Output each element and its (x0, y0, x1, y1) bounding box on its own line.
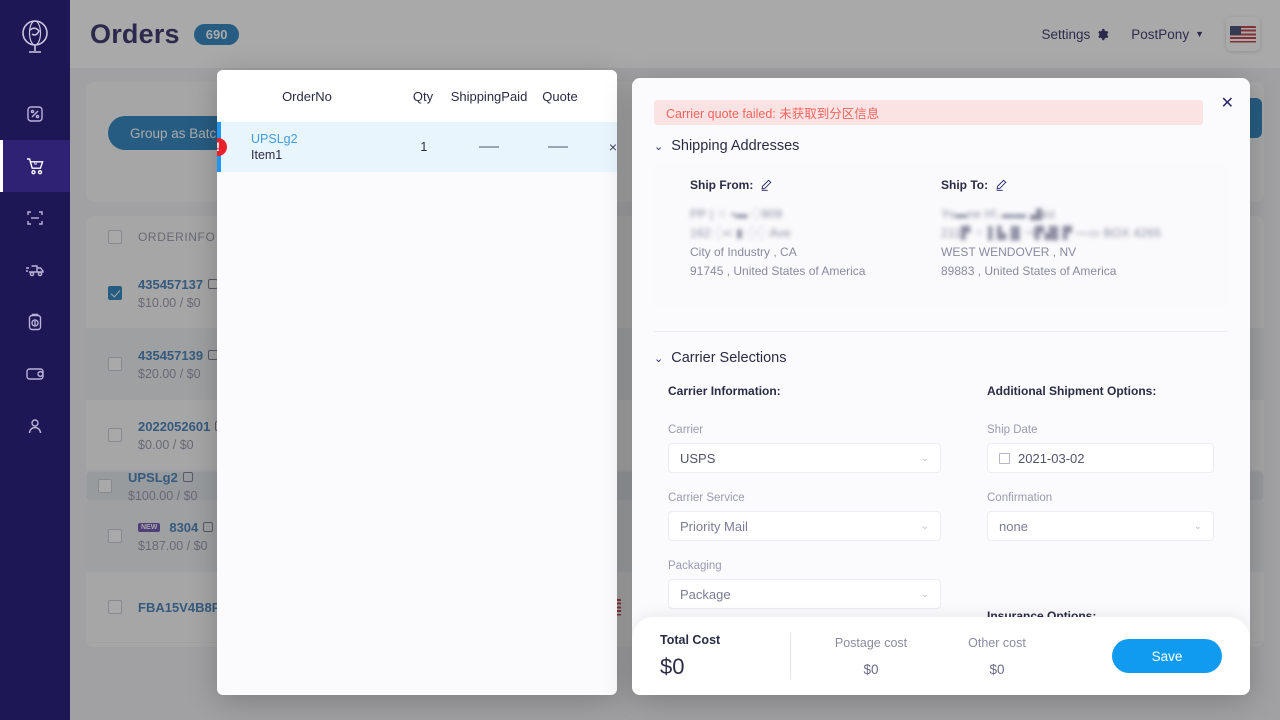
items-col-orderno: OrderNo (282, 88, 332, 104)
ship-date-value: 2021-03-02 (1018, 450, 1085, 466)
postage-cost-label: Postage cost (834, 635, 908, 650)
carrier-selections-section-header[interactable]: ⌄ Carrier Selections (632, 332, 1250, 366)
carrier-quote-error: Carrier quote failed: 未获取到分区信息 (654, 100, 1203, 125)
calendar-icon (999, 452, 1010, 464)
scan-icon (27, 211, 43, 225)
shipping-addresses-title: Shipping Addresses (671, 138, 800, 154)
dashboard-icon (27, 106, 43, 122)
shipment-modal: ✕ Carrier quote failed: 未获取到分区信息 ⌄ Shipp… (632, 78, 1250, 695)
items-table-header: OrderNo Qty ShippingPaid Quote (217, 70, 617, 122)
truck-icon (26, 265, 44, 277)
carrier-select[interactable]: USPS ⌄ (668, 443, 941, 473)
postage-cost-value: $0 (863, 661, 879, 677)
close-icon[interactable]: ✕ (1221, 93, 1234, 113)
user-icon (28, 419, 42, 434)
pencil-icon[interactable] (995, 179, 1007, 191)
carrier-select-value: USPS (680, 450, 716, 466)
item-order-no[interactable]: UPSLg2 (251, 132, 398, 146)
ship-from-line4: 91745 , United States of America (690, 264, 866, 278)
sidebar: e (0, 0, 70, 720)
chevron-down-icon: ⌄ (654, 140, 664, 153)
carrier-service-label: Carrier Service (668, 492, 745, 504)
item-name: Item1 (251, 148, 283, 162)
ship-from-line1: PP | ⁙ ▪▬ ⁛909 (690, 207, 783, 221)
app-logo[interactable] (13, 14, 57, 58)
globe-logo-icon (22, 20, 48, 53)
carrier-selections-title: Carrier Selections (671, 350, 787, 366)
confirmation-label: Confirmation (987, 492, 1053, 504)
other-cost-value: $0 (989, 661, 1005, 677)
item-shipping-paid (449, 146, 528, 148)
billing-icon (28, 313, 42, 331)
items-col-qty: Qty (412, 88, 434, 104)
sidebar-item-shipping[interactable] (0, 244, 70, 296)
ship-to-label: Ship To: (941, 178, 989, 192)
items-col-quote: Quote (542, 88, 578, 104)
save-button[interactable]: Save (1112, 639, 1222, 673)
chevron-down-icon: ⌄ (920, 520, 929, 532)
shipping-addresses-card: Ship From: PP | ⁙ ▪▬ ⁛909 162 ⁛▪⁞ ▮ ⁛⁛ A… (654, 164, 1228, 307)
cart-icon: e (27, 158, 44, 175)
ship-from-line2: 162 ⁛▪⁞ ▮ ⁛⁛ Ave (690, 226, 791, 240)
carrier-service-select[interactable]: Priority Mail ⌄ (668, 511, 941, 541)
items-col-shippingpaid: ShippingPaid (450, 88, 528, 104)
total-cost-value: $0 (660, 653, 685, 679)
ship-from-block: Ship From: PP | ⁙ ▪▬ ⁛909 162 ⁛▪⁞ ▮ ⁛⁛ A… (690, 178, 941, 281)
ship-from-label: Ship From: (690, 178, 754, 192)
ship-to-line4: 89883 , United States of America (941, 264, 1117, 278)
item-qty: 1 (420, 140, 428, 154)
wallet-icon (26, 368, 44, 380)
ship-to-block: Ship To: Yv▬ne H⧹ ▬▬ ▟ez 211▛ ⁘ ▌▙▐▌⊣▛▟▌… (941, 178, 1192, 281)
chevron-down-icon: ⌄ (920, 588, 929, 600)
confirmation-value: none (999, 518, 1028, 534)
carrier-label: Carrier (668, 424, 704, 436)
chevron-down-icon: ⌄ (1193, 520, 1202, 532)
chevron-down-icon: ⌄ (920, 452, 929, 464)
ship-to-line1: Yv▬ne H⧹ ▬▬ ▟ez (941, 207, 1056, 221)
pencil-icon[interactable] (760, 179, 772, 191)
shipment-modal-footer: Total Cost $0 Postage cost $0 Other cost… (632, 617, 1250, 695)
packaging-select[interactable]: Package ⌄ (668, 579, 941, 609)
shipment-modal-body: Carrier quote failed: 未获取到分区信息 ⌄ Shippin… (632, 78, 1250, 695)
sidebar-item-scan[interactable] (0, 192, 70, 244)
carrier-service-value: Priority Mail (680, 518, 748, 534)
carrier-information-heading: Carrier Information: (668, 384, 781, 398)
ship-from-line3: City of Industry , CA (690, 245, 797, 259)
chevron-down-icon: ⌄ (654, 352, 664, 365)
sidebar-item-billing[interactable] (0, 296, 70, 348)
item-remove-button[interactable]: × (609, 139, 617, 155)
confirmation-select[interactable]: none ⌄ (987, 511, 1214, 541)
packaging-label: Packaging (668, 560, 722, 572)
items-table-row[interactable]: ! UPSLg2 Item1 1 × (217, 122, 617, 172)
footer-divider (790, 633, 791, 679)
order-items-modal: OrderNo Qty ShippingPaid Quote ! UPSLg2 … (217, 70, 617, 695)
additional-options-heading: Additional Shipment Options: (987, 384, 1157, 398)
sidebar-item-orders[interactable]: e (0, 140, 70, 192)
item-quote (528, 146, 589, 148)
ship-to-line3: WEST WENDOVER , NV (941, 245, 1077, 259)
shipping-addresses-section-header[interactable]: ⌄ Shipping Addresses (632, 125, 1250, 154)
ship-date-input[interactable]: 2021-03-02 (987, 443, 1214, 473)
sidebar-item-wallet[interactable] (0, 348, 70, 400)
ship-to-line2: 211▛ ⁘ ▌▙▐▌⊣▛▟▌▛ ⁓▭ BOX 4265 (941, 226, 1162, 240)
total-cost-label: Total Cost (660, 632, 721, 647)
sidebar-item-account[interactable] (0, 400, 70, 452)
packaging-value: Package (680, 586, 731, 602)
ship-date-label: Ship Date (987, 424, 1038, 436)
sidebar-item-dashboard[interactable] (0, 88, 70, 140)
other-cost-label: Other cost (968, 635, 1026, 650)
